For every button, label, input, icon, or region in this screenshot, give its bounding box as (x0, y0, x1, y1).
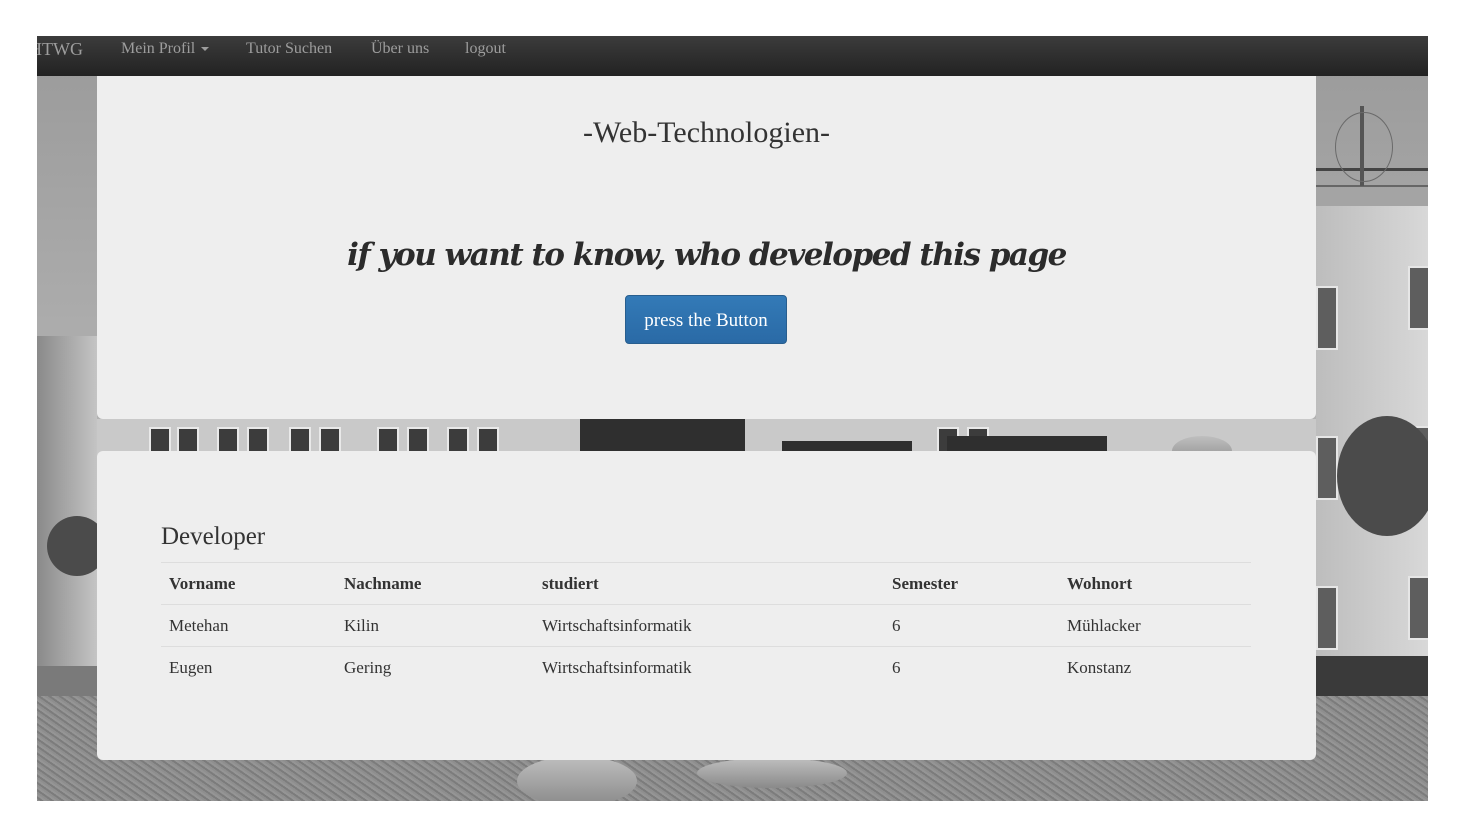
column-header-studiert: studiert (534, 562, 884, 605)
cell-studiert: Wirtschaftsinformatik (534, 646, 884, 688)
cell-semester: 6 (884, 646, 1059, 688)
developer-table: Vorname Nachname studiert Semester Wohno… (161, 562, 1251, 688)
hero-panel: -Web-Technologien- if you want to know, … (97, 76, 1316, 419)
cell-studiert: Wirtschaftsinformatik (534, 604, 884, 647)
nav-item-mein-profil[interactable]: Mein Profil (121, 36, 210, 62)
cell-nachname: Gering (336, 646, 534, 688)
table-row: Eugen Gering Wirtschaftsinformatik 6 Kon… (161, 646, 1251, 688)
page-title: -Web-Technologien- (582, 116, 831, 149)
table-row: Metehan Kilin Wirtschaftsinformatik 6 Mü… (161, 604, 1251, 647)
browser-viewport: HTWG Mein Profil Tutor Suchen Über uns l… (37, 36, 1428, 801)
cell-nachname: Kilin (336, 604, 534, 647)
developer-heading: Developer (161, 523, 266, 550)
caret-down-icon (201, 47, 210, 52)
top-navbar: HTWG Mein Profil Tutor Suchen Über uns l… (37, 36, 1428, 76)
nav-item-logout[interactable]: logout (465, 36, 506, 62)
column-header-semester: Semester (884, 562, 1059, 605)
nav-item-tutor-suchen[interactable]: Tutor Suchen (246, 36, 332, 62)
cell-semester: 6 (884, 604, 1059, 647)
cell-vorname: Eugen (161, 646, 336, 688)
cell-vorname: Metehan (161, 604, 336, 647)
hero-tagline: if you want to know, who developed this … (347, 237, 1067, 273)
column-header-nachname: Nachname (336, 562, 534, 605)
table-header-row: Vorname Nachname studiert Semester Wohno… (161, 562, 1251, 605)
column-header-wohnort: Wohnort (1059, 562, 1251, 605)
brand-logo[interactable]: HTWG (37, 36, 83, 76)
cell-wohnort: Konstanz (1059, 646, 1251, 688)
nav-item-mein-profil-label: Mein Profil (121, 40, 196, 57)
cell-wohnort: Mühlacker (1059, 604, 1251, 647)
developer-panel: Developer Vorname Nachname studiert Seme… (97, 451, 1316, 760)
press-the-button[interactable]: press the Button (625, 295, 787, 344)
nav-item-ueber-uns[interactable]: Über uns (371, 36, 429, 62)
column-header-vorname: Vorname (161, 562, 336, 605)
